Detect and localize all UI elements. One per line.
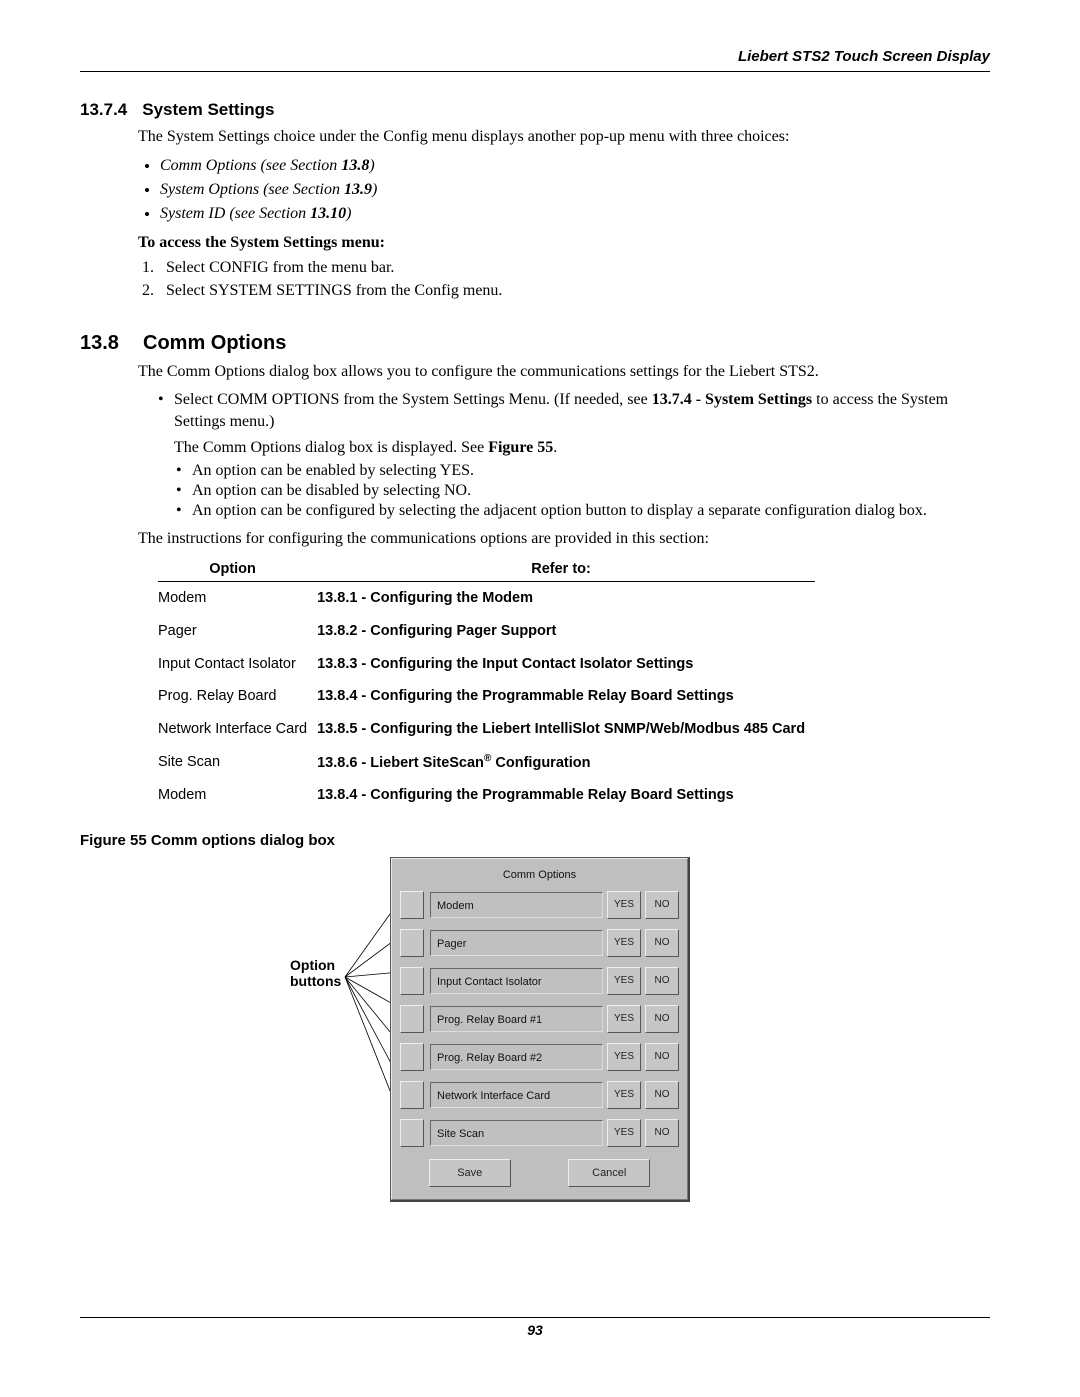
option-config-button[interactable]: [400, 929, 424, 957]
bullet-text: An option can be enabled by selecting YE…: [192, 462, 990, 480]
section-number: 13.7.4: [80, 100, 138, 120]
list-item: System ID (see Section 13.10): [160, 202, 990, 226]
save-button[interactable]: Save: [429, 1159, 511, 1187]
no-button[interactable]: NO: [645, 1081, 679, 1109]
option-name: Prog. Relay Board #1: [430, 1006, 603, 1032]
no-button[interactable]: NO: [645, 891, 679, 919]
table-row: Pager13.8.2 - Configuring Pager Support: [158, 615, 815, 648]
no-button[interactable]: NO: [645, 1043, 679, 1071]
paragraph: The System Settings choice under the Con…: [138, 126, 990, 148]
list-item: Select SYSTEM SETTINGS from the Config m…: [158, 279, 990, 302]
yes-button[interactable]: YES: [607, 1005, 641, 1033]
bullet-text: Select COMM OPTIONS from the System Sett…: [174, 389, 990, 434]
figure-caption: Figure 55 Comm options dialog box: [80, 832, 990, 849]
system-settings-choices: Comm Options (see Section 13.8)System Op…: [160, 154, 990, 226]
figure-annotation: Optionbuttons: [290, 957, 341, 991]
access-steps: Select CONFIG from the menu bar.Select S…: [158, 256, 990, 302]
table-row: Site Scan13.8.6 - Liebert SiteScan® Conf…: [158, 746, 815, 779]
paragraph: The Comm Options dialog box allows you t…: [138, 361, 990, 383]
table-row: Input Contact Isolator13.8.3 - Configuri…: [158, 648, 815, 681]
no-button[interactable]: NO: [645, 929, 679, 957]
heading-13-8: 13.8 Comm Options: [80, 332, 990, 355]
option-name: Input Contact Isolator: [430, 968, 603, 994]
option-config-button[interactable]: [400, 967, 424, 995]
section-title: System Settings: [142, 100, 274, 120]
no-button[interactable]: NO: [645, 1005, 679, 1033]
option-row: ModemYESNO: [400, 891, 679, 919]
option-name: Pager: [430, 930, 603, 956]
section-number: 13.8: [80, 332, 138, 355]
refer-table: Option Refer to: Modem13.8.1 - Configuri…: [158, 557, 815, 811]
footer-rule: [80, 1317, 990, 1318]
comm-options-dialog: Comm Options ModemYESNOPagerYESNOInput C…: [390, 857, 690, 1202]
bullet-icon: •: [176, 462, 192, 480]
option-config-button[interactable]: [400, 1081, 424, 1109]
option-name: Prog. Relay Board #2: [430, 1044, 603, 1070]
yes-button[interactable]: YES: [607, 967, 641, 995]
section-title: Comm Options: [143, 332, 286, 355]
option-row: Input Contact IsolatorYESNO: [400, 967, 679, 995]
option-config-button[interactable]: [400, 1119, 424, 1147]
option-row: Prog. Relay Board #1YESNO: [400, 1005, 679, 1033]
bullet-text: An option can be disabled by selecting N…: [192, 482, 990, 500]
bullet-icon: •: [158, 389, 174, 434]
table-row: Prog. Relay Board13.8.4 - Configuring th…: [158, 680, 815, 713]
dialog-title: Comm Options: [400, 869, 679, 881]
yes-button[interactable]: YES: [607, 1081, 641, 1109]
option-config-button[interactable]: [400, 891, 424, 919]
option-row: PagerYESNO: [400, 929, 679, 957]
bullet-text: The Comm Options dialog box is displayed…: [174, 437, 990, 459]
table-header-option: Option: [158, 557, 317, 582]
list-item: System Options (see Section 13.9): [160, 178, 990, 202]
no-button[interactable]: NO: [645, 967, 679, 995]
bullet-icon: •: [176, 502, 192, 520]
paragraph: The instructions for configuring the com…: [138, 528, 990, 550]
cancel-button[interactable]: Cancel: [568, 1159, 650, 1187]
table-row: Network Interface Card13.8.5 - Configuri…: [158, 713, 815, 746]
running-header: Liebert STS2 Touch Screen Display: [80, 48, 990, 71]
option-config-button[interactable]: [400, 1005, 424, 1033]
option-row: Site ScanYESNO: [400, 1119, 679, 1147]
table-row: Modem13.8.4 - Configuring the Programmab…: [158, 779, 815, 812]
yes-button[interactable]: YES: [607, 1043, 641, 1071]
access-heading: To access the System Settings menu:: [138, 234, 990, 252]
page-number: 93: [80, 1322, 990, 1338]
no-button[interactable]: NO: [645, 1119, 679, 1147]
list-item: Select CONFIG from the menu bar.: [158, 256, 990, 279]
bullet-text: An option can be configured by selecting…: [192, 502, 990, 520]
bullet-icon: •: [176, 482, 192, 500]
list-item: Comm Options (see Section 13.8): [160, 154, 990, 178]
option-row: Prog. Relay Board #2YESNO: [400, 1043, 679, 1071]
yes-button[interactable]: YES: [607, 929, 641, 957]
header-rule: [80, 71, 990, 72]
option-name: Modem: [430, 892, 603, 918]
heading-13-7-4: 13.7.4 System Settings: [80, 100, 990, 120]
option-row: Network Interface CardYESNO: [400, 1081, 679, 1109]
table-row: Modem13.8.1 - Configuring the Modem: [158, 582, 815, 615]
yes-button[interactable]: YES: [607, 891, 641, 919]
table-header-refer: Refer to:: [317, 557, 815, 582]
option-config-button[interactable]: [400, 1043, 424, 1071]
option-name: Site Scan: [430, 1120, 603, 1146]
option-name: Network Interface Card: [430, 1082, 603, 1108]
yes-button[interactable]: YES: [607, 1119, 641, 1147]
